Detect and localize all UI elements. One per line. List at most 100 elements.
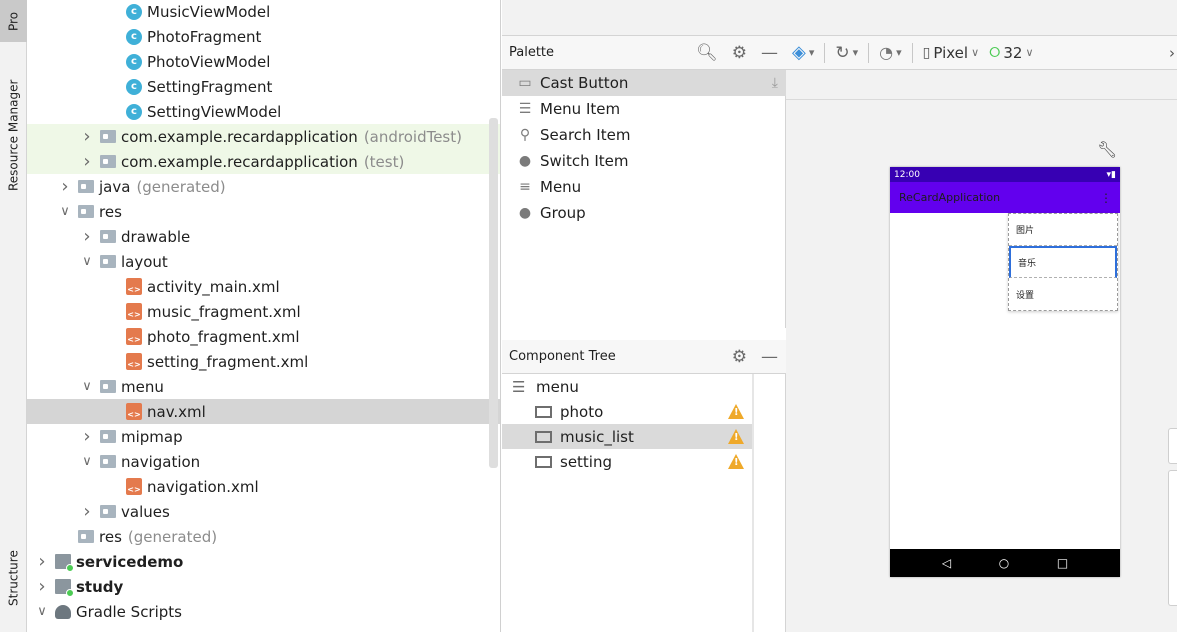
tree-row[interactable]: ∨ layout bbox=[27, 249, 500, 274]
tree-row[interactable]: › mipmap bbox=[27, 424, 500, 449]
chevron-right-icon[interactable]: › bbox=[80, 501, 94, 522]
resource-manager-tool-tab[interactable]: Resource Manager bbox=[0, 60, 27, 210]
design-surface-button[interactable]: ◈ ▾ bbox=[792, 42, 814, 63]
chevron-right-icon[interactable]: › bbox=[80, 151, 94, 172]
tree-row[interactable]: ∨ res bbox=[27, 199, 500, 224]
tree-row[interactable]: c SettingViewModel bbox=[27, 99, 500, 124]
wrench-icon[interactable]: 🔧︎ bbox=[1097, 140, 1117, 159]
tree-row[interactable]: ∨ navigation bbox=[27, 449, 500, 474]
search-icon[interactable]: 🔍︎ bbox=[696, 43, 718, 63]
tree-row[interactable]: › values bbox=[27, 499, 500, 524]
chevron-right-icon[interactable]: › bbox=[58, 176, 72, 197]
chevron-down-icon[interactable]: ∨ bbox=[80, 454, 94, 469]
minimize-icon[interactable]: — bbox=[761, 43, 778, 63]
tree-row[interactable]: › com.example.recardapplication (androidTe… bbox=[27, 124, 500, 149]
warning-icon[interactable]: ! bbox=[728, 454, 744, 469]
device-preview[interactable]: 12:00 ▾▮ ReCardApplication ⋮ 图片 音乐 设置 ◁ ○ … bbox=[890, 167, 1120, 577]
tree-row[interactable]: ∨ menu bbox=[27, 374, 500, 399]
tree-row[interactable]: <> setting_fragment.xml bbox=[27, 349, 500, 374]
tree-row-label: res bbox=[99, 527, 122, 546]
side-panel-edge-lower[interactable] bbox=[1168, 470, 1177, 606]
overflow-menu-icon[interactable]: ⋮ bbox=[1100, 191, 1112, 205]
home-icon[interactable]: ○ bbox=[999, 556, 1009, 570]
tree-row-qualifier: (generated) bbox=[136, 177, 226, 196]
palette-item-label: Switch Item bbox=[540, 152, 629, 170]
chevron-down-icon[interactable]: ∨ bbox=[58, 204, 72, 219]
tree-row[interactable]: › drawable bbox=[27, 224, 500, 249]
download-icon[interactable]: ⤓ bbox=[772, 75, 778, 91]
tree-row[interactable]: <> music_fragment.xml bbox=[27, 299, 500, 324]
project-tree-scrollbar[interactable] bbox=[489, 118, 498, 468]
chevron-down-icon[interactable]: ∨ bbox=[80, 254, 94, 269]
component-root-menu[interactable]: ☰ menu bbox=[502, 374, 752, 399]
folder-icon bbox=[100, 254, 116, 270]
tree-row[interactable]: <> activity_main.xml bbox=[27, 274, 500, 299]
tree-row[interactable]: c SettingFragment bbox=[27, 74, 500, 99]
android-icon: ⭘ bbox=[989, 44, 1001, 61]
folder-icon bbox=[100, 454, 116, 470]
tree-row[interactable]: ∨ Gradle Scripts bbox=[27, 599, 500, 624]
switch-icon: ● bbox=[518, 153, 532, 169]
tree-row[interactable]: › com.example.recardapplication (test) bbox=[27, 149, 500, 174]
tree-row[interactable]: <> navigation.xml bbox=[27, 474, 500, 499]
tree-row[interactable]: › java (generated) bbox=[27, 174, 500, 199]
palette-item[interactable]: ● Group bbox=[502, 200, 786, 226]
tree-row[interactable]: <> nav.xml bbox=[27, 399, 500, 424]
preview-menu-item[interactable]: 图片 bbox=[1009, 214, 1117, 246]
minimize-icon[interactable]: — bbox=[761, 347, 778, 367]
chevron-right-icon[interactable]: › bbox=[35, 576, 49, 597]
preview-menu-item[interactable]: 设置 bbox=[1009, 278, 1117, 310]
structure-tool-tab[interactable]: Structure bbox=[0, 530, 27, 626]
component-item[interactable]: music_list! bbox=[502, 424, 752, 449]
tree-row-label: study bbox=[76, 577, 124, 596]
device-selector[interactable]: ▯ Pixel ∨ bbox=[923, 44, 979, 62]
tree-row[interactable]: c PhotoViewModel bbox=[27, 49, 500, 74]
chevron-right-icon[interactable]: › bbox=[80, 126, 94, 147]
tree-row[interactable]: res (generated) bbox=[27, 524, 500, 549]
palette-item[interactable]: ☰ Menu Item bbox=[502, 96, 786, 122]
preview-menu-item[interactable]: 音乐 bbox=[1009, 246, 1117, 278]
preview-nav-bar: ◁ ○ □ bbox=[890, 549, 1120, 577]
xml-icon: <> bbox=[126, 478, 142, 495]
palette-item[interactable]: ⚲ Search Item bbox=[502, 122, 786, 148]
gear-icon[interactable]: ⚙ bbox=[732, 347, 747, 367]
gradle-icon bbox=[55, 604, 71, 620]
chevron-down-icon[interactable]: ∨ bbox=[35, 604, 49, 619]
chevron-right-icon[interactable]: › bbox=[80, 226, 94, 247]
back-icon[interactable]: ◁ bbox=[942, 556, 951, 570]
warning-icon[interactable]: ! bbox=[728, 429, 744, 444]
gear-icon[interactable]: ⚙ bbox=[732, 43, 747, 63]
night-mode-button[interactable]: ◔ ▾ bbox=[879, 43, 902, 62]
more-icon[interactable]: › bbox=[1169, 44, 1175, 62]
recents-icon[interactable]: □ bbox=[1057, 556, 1068, 570]
palette-list: ▭ Cast Button ⤓ ☰ Menu Item ⚲ Search Item ● Swit… bbox=[502, 70, 786, 328]
tree-row[interactable]: c PhotoFragment bbox=[27, 24, 500, 49]
rotate-icon: ↻ bbox=[835, 42, 850, 63]
palette-item[interactable]: ● Switch Item bbox=[502, 148, 786, 174]
tree-row[interactable]: <> photo_fragment.xml bbox=[27, 324, 500, 349]
xml-icon: <> bbox=[126, 403, 142, 420]
palette-item[interactable]: ≡ Menu bbox=[502, 174, 786, 200]
palette-item-label: Menu Item bbox=[540, 100, 621, 118]
tree-row-label: photo_fragment.xml bbox=[147, 327, 300, 346]
tree-row[interactable]: c MusicViewModel bbox=[27, 0, 500, 24]
palette-item[interactable]: ▭ Cast Button ⤓ bbox=[502, 70, 786, 96]
tree-row[interactable]: › study bbox=[27, 574, 500, 599]
tree-row[interactable]: › servicedemo bbox=[27, 549, 500, 574]
orientation-button[interactable]: ↻ ▾ bbox=[835, 43, 858, 63]
chevron-down-icon[interactable]: ∨ bbox=[80, 379, 94, 394]
status-icons: ▾▮ bbox=[1106, 169, 1116, 180]
folder-icon bbox=[100, 229, 116, 245]
warning-icon[interactable]: ! bbox=[728, 404, 744, 419]
component-item[interactable]: photo! bbox=[502, 399, 752, 424]
side-panel-edge[interactable] bbox=[1168, 428, 1177, 464]
chevron-right-icon[interactable]: › bbox=[80, 426, 94, 447]
xml-icon: <> bbox=[126, 353, 142, 370]
component-item[interactable]: setting! bbox=[502, 449, 752, 474]
chevron-right-icon[interactable]: › bbox=[35, 551, 49, 572]
palette-item-label: Group bbox=[540, 204, 586, 222]
project-tool-tab[interactable]: Pro bbox=[0, 0, 27, 42]
component-root-label: menu bbox=[536, 377, 579, 396]
api-level-selector[interactable]: ⭘ 32 ∨ bbox=[989, 44, 1033, 62]
tree-row-label: PhotoViewModel bbox=[147, 52, 271, 71]
